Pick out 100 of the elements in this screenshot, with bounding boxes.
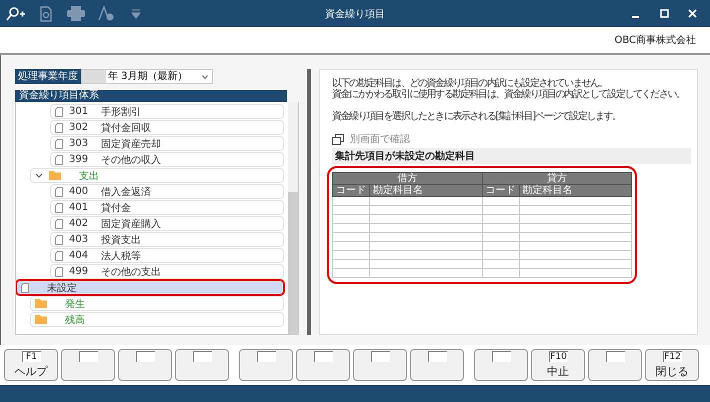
open-window-link[interactable]: 別画面で確認 bbox=[350, 132, 410, 146]
function-key[interactable] bbox=[239, 349, 293, 381]
function-key[interactable]: F10 中止 bbox=[531, 349, 585, 381]
maximize-icon[interactable] bbox=[660, 9, 668, 18]
account-name: 貸付金回収 bbox=[101, 122, 151, 134]
tree-item[interactable]: 399 その他の収入 bbox=[50, 152, 284, 167]
section-title: 集計先項目が未設定の勘定科目 bbox=[332, 148, 691, 164]
table-cell bbox=[332, 224, 370, 232]
account-code: 404 bbox=[69, 250, 90, 261]
account-name: 貸付金 bbox=[101, 202, 131, 214]
function-key[interactable] bbox=[474, 349, 528, 381]
function-key[interactable]: F1 ヘルプ bbox=[4, 349, 58, 381]
table-cell bbox=[332, 268, 370, 278]
folder-icon bbox=[35, 315, 47, 324]
tree-folder[interactable]: 残高 bbox=[30, 312, 284, 327]
folder-icon bbox=[35, 299, 47, 308]
account-name: その他の支出 bbox=[101, 266, 161, 278]
folder-icon bbox=[49, 171, 61, 180]
column-header: 勘定科目名 bbox=[519, 184, 632, 196]
account-name: 固定資産売却 bbox=[101, 138, 161, 150]
windows-icon[interactable] bbox=[332, 134, 344, 144]
tree-item[interactable]: 499 その他の支出 bbox=[50, 264, 284, 279]
tree-item[interactable]: 402 固定資産購入 bbox=[50, 216, 284, 231]
table-cell bbox=[332, 242, 370, 250]
message-text: 以下の勘定科目は、どの資金繰り項目の内訳にも設定されていません。 bbox=[332, 78, 608, 89]
table-cell bbox=[482, 224, 519, 232]
account-name: 固定資産購入 bbox=[101, 218, 161, 230]
caret-icon[interactable] bbox=[202, 74, 208, 78]
account-code: 401 bbox=[69, 202, 90, 213]
key-label: 閉じる bbox=[656, 364, 688, 379]
tree-item[interactable]: 302 貸付金回収 bbox=[50, 120, 284, 135]
function-key[interactable] bbox=[588, 349, 642, 381]
table-cell bbox=[482, 260, 519, 268]
account-code: 301 bbox=[69, 106, 90, 117]
account-name: その他の収入 bbox=[101, 154, 161, 166]
window-title: 資金繰り項目 bbox=[325, 8, 385, 20]
account-code: 400 bbox=[69, 186, 90, 197]
key-cap: F12 bbox=[662, 351, 682, 362]
zoom-in-icon[interactable] bbox=[6, 4, 26, 22]
function-key[interactable] bbox=[118, 349, 172, 381]
table-cell bbox=[482, 250, 519, 260]
tree-item[interactable]: 未設定 bbox=[16, 280, 284, 295]
company-name: OBC商事株式会社 bbox=[614, 34, 696, 47]
account-code: 403 bbox=[69, 234, 90, 245]
tree-item[interactable]: 303 固定資産売却 bbox=[50, 136, 284, 151]
key-label: ヘルプ bbox=[14, 364, 48, 379]
function-key[interactable]: F12 閉じる bbox=[645, 349, 699, 381]
table-cell bbox=[332, 196, 370, 206]
folder-name: 残高 bbox=[65, 314, 85, 326]
tree-item[interactable]: 301 手形割引 bbox=[50, 104, 284, 119]
key-cap: F10 bbox=[548, 351, 568, 362]
table-cell bbox=[332, 232, 370, 242]
folder-name: 発生 bbox=[65, 298, 85, 310]
table-cell bbox=[482, 232, 519, 242]
function-key[interactable] bbox=[175, 349, 229, 381]
account-name: 投資支出 bbox=[101, 234, 141, 246]
account-code: 303 bbox=[69, 138, 90, 149]
column-header: 勘定科目名 bbox=[370, 184, 482, 196]
tree-item[interactable]: 400 借入金返済 bbox=[50, 184, 284, 199]
table-cell bbox=[482, 196, 519, 206]
account-name: 法人税等 bbox=[101, 250, 141, 262]
function-key[interactable] bbox=[410, 349, 464, 381]
table-cell bbox=[332, 206, 370, 214]
scrollbar[interactable] bbox=[288, 102, 298, 334]
function-key[interactable] bbox=[353, 349, 407, 381]
function-key[interactable] bbox=[61, 349, 115, 381]
folder-name: 支出 bbox=[79, 170, 99, 182]
table-cell bbox=[332, 250, 370, 260]
table-cell bbox=[482, 242, 519, 250]
function-key[interactable] bbox=[296, 349, 350, 381]
tree-folder[interactable]: 発生 bbox=[30, 296, 284, 311]
table-cell bbox=[332, 214, 370, 224]
tree-folder[interactable]: 支出 bbox=[30, 168, 284, 183]
account-code: 399 bbox=[69, 154, 90, 165]
table-cell bbox=[332, 260, 370, 268]
key-cap: F1 bbox=[22, 351, 40, 362]
tree-item[interactable]: 403 投資支出 bbox=[50, 232, 284, 247]
note-text: 資金繰り項目を選択したときに表示される[集計科目]ページで設定します。 bbox=[332, 111, 622, 122]
close-icon[interactable] bbox=[688, 9, 696, 18]
table-cell bbox=[482, 206, 519, 214]
fiscal-year-label: 処理事業年度 bbox=[15, 69, 81, 84]
tree-item[interactable]: 401 貸付金 bbox=[50, 200, 284, 215]
account-code: 402 bbox=[69, 218, 90, 229]
table-cell bbox=[482, 214, 519, 224]
table-cell bbox=[482, 268, 519, 278]
column-group-header: 借方 bbox=[332, 172, 482, 184]
column-header: コード bbox=[332, 184, 370, 196]
tree-header: 資金繰り項目体系 bbox=[15, 90, 287, 102]
account-code: 499 bbox=[69, 266, 90, 277]
key-label: 中止 bbox=[547, 364, 569, 379]
item-name: 未設定 bbox=[47, 282, 77, 294]
chevron-icon[interactable] bbox=[35, 172, 43, 178]
document-icon bbox=[21, 282, 29, 292]
account-name: 手形割引 bbox=[101, 106, 141, 118]
account-name: 借入金返済 bbox=[101, 186, 151, 198]
tree-item[interactable]: 404 法人税等 bbox=[50, 248, 284, 263]
fiscal-year-select[interactable]: 年 3月期（最新） bbox=[81, 69, 213, 84]
column-group-header: 貸方 bbox=[482, 172, 632, 184]
message-text: 資金にかかわる取引に使用する勘定科目は、資金繰り項目の内訳として設定してください。 bbox=[332, 89, 686, 100]
account-code: 302 bbox=[69, 122, 90, 133]
